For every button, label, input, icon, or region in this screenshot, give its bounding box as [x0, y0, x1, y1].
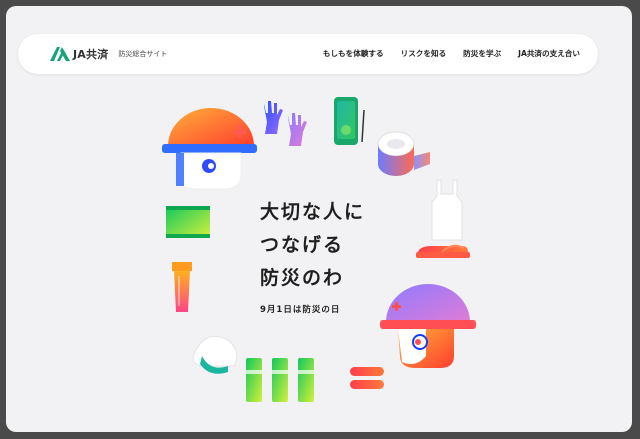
rice-ball-icon [192, 335, 238, 374]
hero-line-2: つなげる [260, 234, 345, 256]
browser-viewport: JA共済 防災総合サイト もしもを体験する リスクを知る 防災を学ぶ JA共済の… [6, 6, 632, 432]
hero-subtitle: 9月1日は防災の日 [260, 305, 341, 315]
hero-line-1: 大切な人に [260, 201, 366, 223]
flashlight-icon [172, 262, 192, 312]
slippers-icon [416, 244, 470, 258]
gloves-icon [264, 101, 307, 146]
water-bottles-icon [246, 358, 314, 402]
smartphone-icon [334, 97, 365, 145]
tape-roll-icon [377, 131, 430, 176]
helmet-person-orange-icon [162, 108, 257, 190]
plastic-bag-icon [431, 179, 463, 241]
bandage-icon [350, 367, 384, 389]
hero-line-3: 防災のわ [260, 267, 345, 289]
hero-heading: 大切な人に つなげる 防災のわ 9月1日は防災の日 [260, 196, 410, 315]
emergency-ration-icon [166, 206, 210, 238]
